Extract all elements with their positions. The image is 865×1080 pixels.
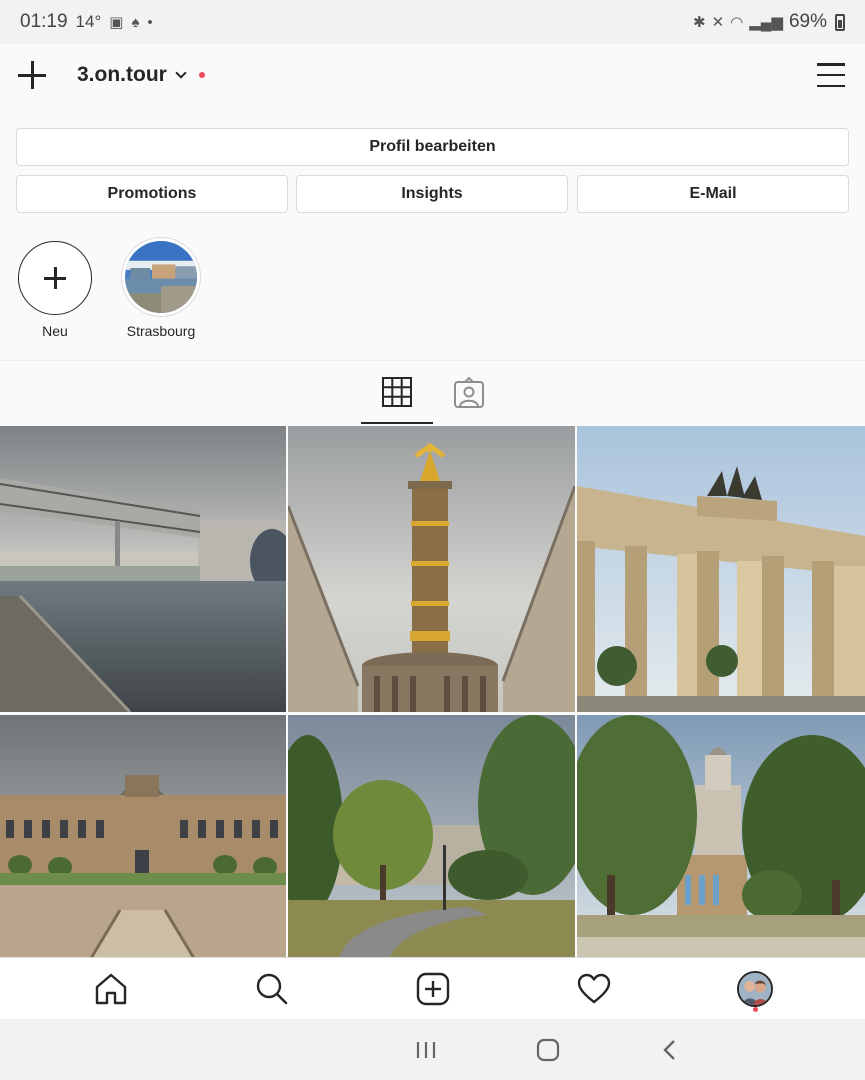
chevron-down-icon: [175, 66, 187, 79]
account-switcher[interactable]: 3.on.tour: [77, 63, 205, 87]
highlight-label: Strasbourg: [126, 323, 196, 339]
highlight-label: Neu: [42, 323, 68, 339]
menu-hamburger-button[interactable]: [817, 63, 845, 87]
bottom-navigation: [0, 957, 865, 1019]
tagged-icon: [453, 376, 484, 408]
signal-icon: ▂▄▆: [749, 14, 783, 31]
post-thumbnail[interactable]: [577, 715, 865, 960]
email-button[interactable]: E-Mail: [577, 175, 849, 213]
home-system-button[interactable]: [528, 1030, 568, 1070]
nav-profile-button[interactable]: [725, 959, 785, 1019]
plus-icon[interactable]: [18, 241, 92, 315]
status-bar: 01:19 14° ▣ ♠ • ✱ ✕ ◠ ▂▄▆ 69%: [0, 0, 865, 44]
post-thumbnail[interactable]: [577, 426, 865, 712]
back-chevron-icon: [662, 1039, 675, 1060]
profile-tabs: [0, 360, 865, 424]
notification-icon: ▣: [109, 14, 124, 31]
add-post-icon: [416, 972, 449, 1005]
search-icon: [256, 973, 287, 1004]
heart-icon: [577, 973, 610, 1003]
tab-tagged[interactable]: [433, 361, 505, 424]
edit-profile-button[interactable]: Profil bearbeiten: [16, 128, 849, 166]
system-navigation-bar: [0, 1019, 865, 1080]
more-notifications-icon: •: [147, 13, 153, 31]
mute-icon: ✕: [711, 14, 725, 31]
highlight-strasbourg[interactable]: Strasbourg: [111, 237, 211, 339]
profile-avatar: [736, 970, 773, 1007]
wifi-icon: ◠: [730, 14, 744, 31]
menu-line-icon: [817, 63, 845, 66]
tab-grid[interactable]: [360, 361, 433, 424]
status-time: 01:19: [20, 11, 68, 32]
create-plus-button[interactable]: [16, 59, 48, 91]
home-icon: [95, 973, 126, 1004]
home-square-icon: [536, 1038, 559, 1061]
post-grid: [0, 426, 865, 960]
battery-percent: 69%: [788, 11, 827, 32]
highlight-new[interactable]: Neu: [5, 237, 105, 339]
recent-apps-icon: [416, 1041, 435, 1058]
nav-activity-button[interactable]: [564, 959, 624, 1019]
bluetooth-icon: ✱: [693, 14, 706, 31]
story-ring[interactable]: [121, 237, 201, 317]
post-thumbnail[interactable]: [288, 426, 575, 712]
back-system-button[interactable]: [650, 1030, 690, 1070]
nav-search-button[interactable]: [242, 959, 302, 1019]
status-right: ✱ ✕ ◠ ▂▄▆ 69%: [693, 11, 845, 33]
nav-home-button[interactable]: [81, 959, 141, 1019]
post-thumbnail[interactable]: [288, 715, 575, 960]
grid-icon: [381, 376, 412, 407]
recent-apps-button[interactable]: [406, 1030, 446, 1070]
post-thumbnail[interactable]: [0, 426, 286, 712]
menu-line-icon: [817, 73, 845, 77]
status-temperature: 14°: [75, 12, 102, 31]
account-name: 3.on.tour: [77, 63, 167, 86]
status-left: 01:19 14° ▣ ♠ •: [20, 11, 153, 33]
story-thumbnail: [125, 241, 197, 313]
app-notification-icon: ♠: [131, 13, 140, 31]
notification-dot: [198, 72, 205, 78]
nav-add-post-button[interactable]: [403, 959, 463, 1019]
menu-line-icon: [817, 84, 845, 87]
post-thumbnail[interactable]: [0, 715, 286, 960]
profile-header: 3.on.tour: [0, 44, 865, 106]
insights-button[interactable]: Insights: [296, 175, 568, 213]
battery-icon: [835, 13, 845, 31]
promotions-button[interactable]: Promotions: [16, 175, 288, 213]
notification-dot: [752, 1006, 758, 1012]
